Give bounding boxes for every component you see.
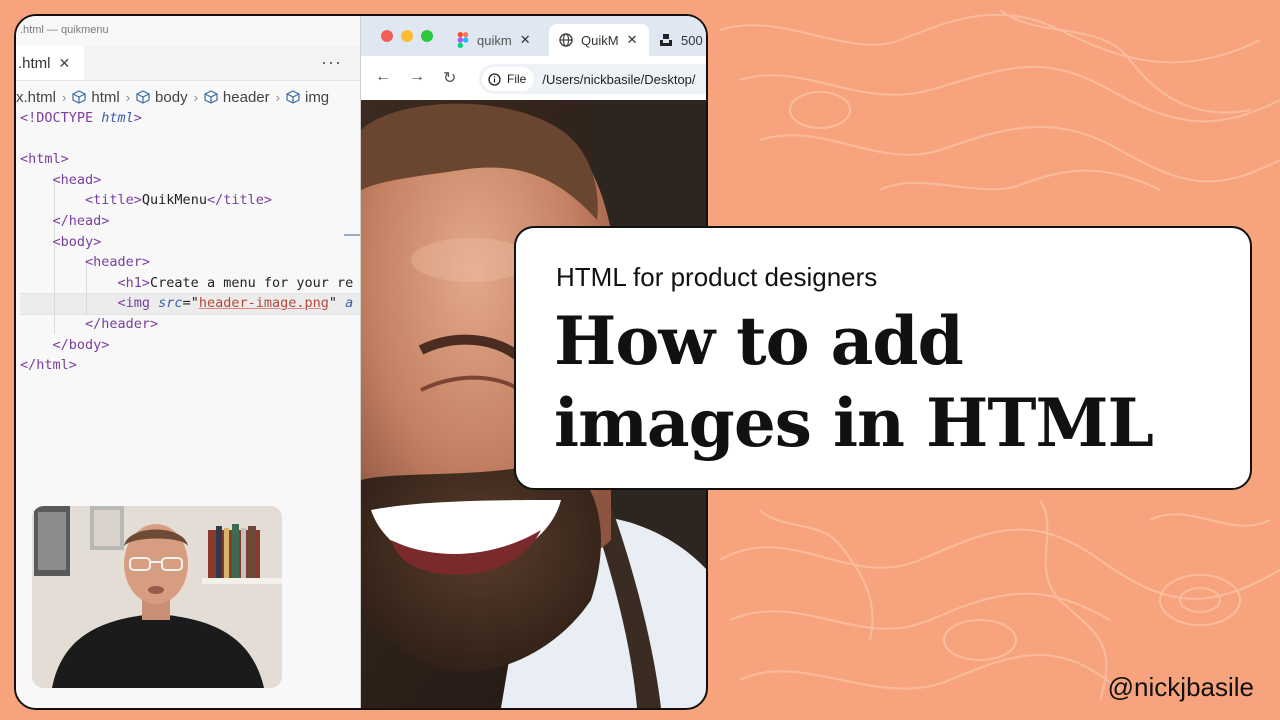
webcam-overlay xyxy=(32,506,282,688)
element-cube-icon xyxy=(136,90,150,104)
address-bar[interactable]: File /Users/nickbasile/Desktop/ xyxy=(479,64,706,94)
breadcrumb-img[interactable]: img xyxy=(286,89,329,106)
browser-tab-bar: quikm ✕ QuikM ✕ 500 xyxy=(361,16,706,56)
breadcrumb-separator-icon: › xyxy=(125,89,131,105)
editor-tab-label: .html xyxy=(18,54,51,72)
code-token: > xyxy=(133,110,142,126)
card-headline: How to add images in HTML xyxy=(554,300,1154,464)
code-token: src xyxy=(158,295,183,312)
close-tab-icon[interactable]: ✕ xyxy=(520,32,531,48)
code-line: <body> xyxy=(20,232,102,252)
code-token: </header> xyxy=(20,316,159,332)
breadcrumb-separator-icon: › xyxy=(62,89,67,105)
code-token: Create a menu for your re xyxy=(150,274,354,291)
code-line: </html> xyxy=(20,355,77,375)
code-token: <h1> xyxy=(20,274,151,291)
close-tab-icon[interactable]: ✕ xyxy=(59,55,71,72)
globe-icon xyxy=(559,33,573,47)
more-actions-icon[interactable]: ··· xyxy=(321,52,342,73)
code-token: a xyxy=(345,295,354,312)
code-line: <title>QuikMenu</title> xyxy=(20,190,272,210)
code-editor: .html — quikmenu .html ✕ ··· x.html › ht… xyxy=(16,16,360,708)
code-token: </html> xyxy=(20,357,77,374)
breadcrumb-separator-icon: › xyxy=(275,89,280,105)
editor-tab-bar: .html ✕ ··· xyxy=(16,46,360,81)
breadcrumb: x.html › html › body › header › img xyxy=(16,86,360,108)
close-window-button[interactable] xyxy=(381,30,393,42)
breadcrumb-html[interactable]: html xyxy=(72,89,120,106)
title-card: HTML for product designers How to add im… xyxy=(514,226,1252,490)
browser-tab-label: QuikM xyxy=(581,32,619,48)
code-token: <body> xyxy=(20,233,102,250)
code-token: </head> xyxy=(20,213,110,229)
code-line: <header> xyxy=(20,252,150,272)
url-text: /Users/nickbasile/Desktop/ xyxy=(542,71,696,87)
breadcrumb-header[interactable]: header xyxy=(204,89,270,106)
breadcrumb-file[interactable]: x.html xyxy=(16,89,56,106)
breadcrumb-separator-icon: › xyxy=(193,89,198,105)
unsplash-icon xyxy=(660,34,672,46)
reload-icon[interactable]: ↻ xyxy=(443,68,456,88)
code-token: <title> xyxy=(20,192,142,209)
browser-tab-label: 500 xyxy=(681,32,703,48)
element-cube-icon xyxy=(204,90,218,104)
code-line: </head> xyxy=(20,211,110,231)
browser-tab-figma[interactable]: quikm ✕ xyxy=(453,24,545,56)
site-info-chip[interactable]: File xyxy=(482,67,535,91)
code-token: <html> xyxy=(20,151,69,168)
element-cube-icon xyxy=(286,90,300,104)
code-line: <!DOCTYPE html> xyxy=(20,108,142,128)
code-line: <img src="header-image.png" a xyxy=(20,293,354,313)
figma-icon xyxy=(457,32,469,48)
element-cube-icon xyxy=(72,90,86,104)
minimize-window-button[interactable] xyxy=(401,30,413,42)
security-chip-label: File xyxy=(507,72,527,86)
close-tab-icon[interactable]: ✕ xyxy=(627,32,638,48)
code-line: </body> xyxy=(20,335,110,355)
code-token: html xyxy=(101,110,134,126)
forward-arrow-icon[interactable]: → xyxy=(409,68,425,86)
code-token: <head> xyxy=(20,171,102,188)
code-line: <h1>Create a menu for your re xyxy=(20,273,354,293)
author-handle: @nickjbasile xyxy=(1107,672,1254,702)
browser-toolbar: ← → ↻ File /Users/nickbasile/Desktop/ xyxy=(361,56,706,101)
code-token: </title> xyxy=(206,192,272,209)
code-token: =" xyxy=(182,295,199,312)
headline-line-1: How to add xyxy=(554,302,964,380)
card-subtitle: HTML for product designers xyxy=(556,262,878,292)
code-token: <header> xyxy=(20,254,151,271)
code-token: header-image.png xyxy=(198,295,329,312)
breadcrumb-body[interactable]: body xyxy=(136,89,188,106)
code-token: " xyxy=(328,295,346,312)
browser-tab-label: quikm xyxy=(477,32,512,48)
code-line: <html> xyxy=(20,149,69,169)
editor-tab-html[interactable]: .html ✕ xyxy=(16,46,84,80)
code-token: <!DOCTYPE xyxy=(20,110,102,126)
code-line: <head> xyxy=(20,170,102,190)
code-token: </body> xyxy=(20,336,110,353)
browser-tab-500[interactable]: 500 xyxy=(659,24,706,56)
code-line: </header> xyxy=(20,314,158,334)
headline-line-2: images in HTML xyxy=(554,384,1154,462)
presenter-video-frame xyxy=(32,506,282,688)
scroll-indicator xyxy=(344,234,360,236)
code-token: <img xyxy=(20,295,159,312)
maximize-window-button[interactable] xyxy=(421,30,433,42)
editor-window-title: .html — quikmenu xyxy=(20,24,109,36)
browser-tab-quikmenu[interactable]: QuikM ✕ xyxy=(549,24,649,56)
info-icon xyxy=(488,72,501,86)
back-arrow-icon[interactable]: ← xyxy=(375,68,391,86)
code-token: QuikMenu xyxy=(141,192,207,209)
